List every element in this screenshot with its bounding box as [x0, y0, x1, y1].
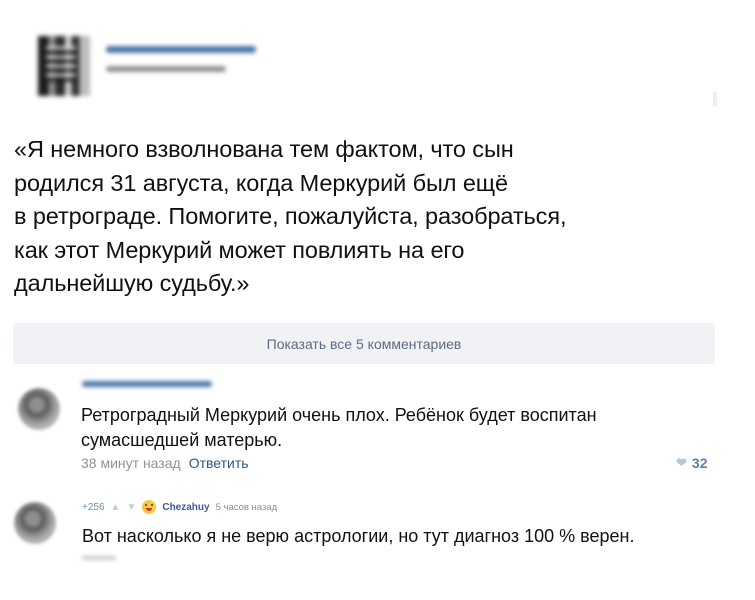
comment-2: +256 ▲ ▼ Chezahuy 5 часов назад Вот наск…	[0, 494, 755, 584]
comment-time: 5 часов назад	[215, 501, 278, 513]
comment-time: 38 минут назад	[81, 455, 181, 471]
comment-author-avatar[interactable]	[14, 502, 56, 544]
reply-link[interactable]: Ответить	[189, 455, 249, 471]
comment-1: Ретроградный Меркурий очень плох. Ребёно…	[0, 376, 755, 476]
post-text-line: «Я немного взволнована тем фактом, что с…	[14, 136, 514, 162]
downvote-icon[interactable]: ▼	[126, 502, 136, 513]
post-text-line: в ретрограде. Помогите, пожалуйста, разо…	[14, 203, 567, 229]
comment-text: Вот насколько я не верю астрологии, но т…	[82, 526, 635, 546]
post-text-line: дальнейшую судьбу.»	[14, 270, 250, 296]
post-text-line: как этот Меркурий может повлиять на его	[14, 236, 465, 263]
post-menu-edge	[713, 92, 717, 106]
post-text: «Я немного взволнована тем фактом, что с…	[14, 133, 734, 301]
comment-author-name[interactable]: Chezahuy	[162, 502, 209, 513]
post-header	[38, 36, 738, 106]
grimace-emoji-icon	[142, 500, 157, 514]
comment-text-line: сумасшедшей матерью.	[81, 430, 283, 450]
post-text-line: родился 31 августа, когда Меркурий был е…	[14, 169, 509, 196]
comment-author-avatar[interactable]	[18, 388, 60, 430]
comment-author-name-redacted[interactable]	[82, 381, 212, 387]
comment-meta: 38 минут назад Ответить	[81, 455, 249, 471]
post-author-name-redacted[interactable]	[106, 46, 256, 53]
comment-meta-row: +256 ▲ ▼ Chezahuy 5 часов назад	[82, 500, 277, 514]
like-count: 32	[691, 455, 708, 471]
comment-score: +256	[82, 501, 105, 513]
show-all-comments-button[interactable]: Показать все 5 комментариев	[13, 323, 715, 364]
comment-text-line: Ретроградный Меркурий очень плох. Ребёно…	[81, 405, 597, 425]
heart-icon: ❤	[676, 455, 687, 470]
like-button[interactable]: ❤ 32	[676, 455, 707, 471]
post-author-avatar[interactable]	[38, 36, 90, 96]
post-date-redacted	[106, 66, 226, 72]
comment-footer-redacted	[82, 556, 116, 560]
show-all-comments-label: Показать все 5 комментариев	[266, 335, 462, 352]
upvote-icon[interactable]: ▲	[111, 502, 121, 513]
